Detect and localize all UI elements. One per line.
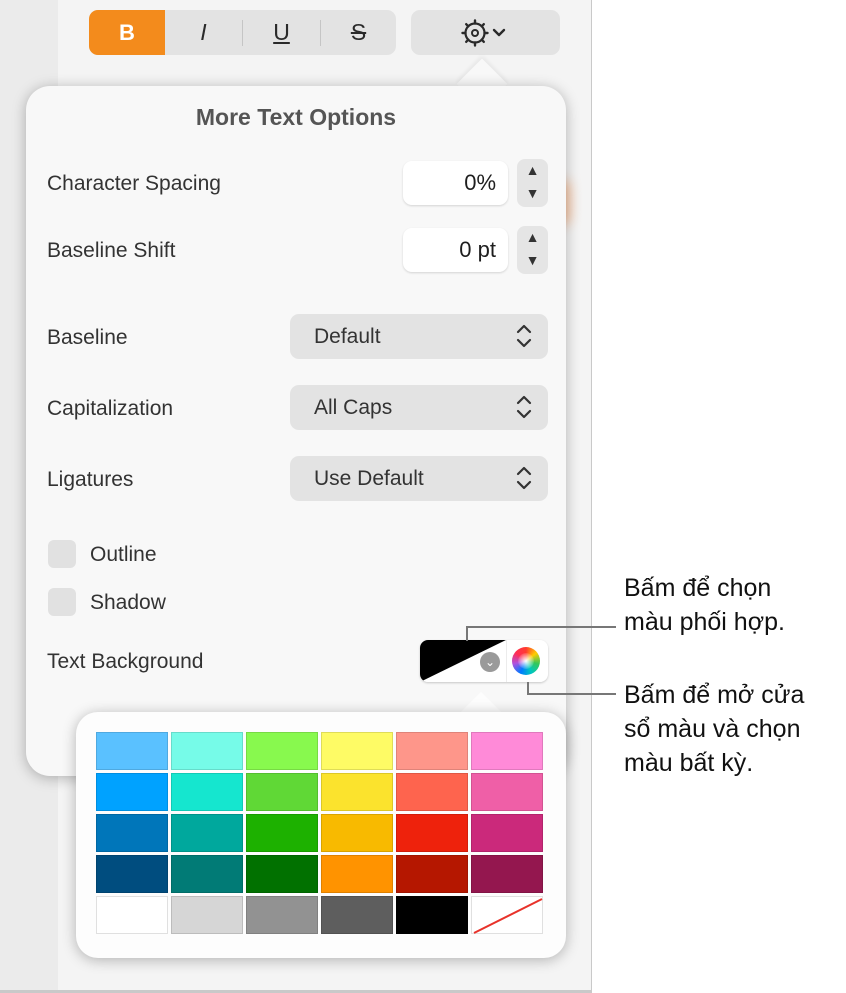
callout-text-line: sổ màu và chọn <box>624 715 801 743</box>
baseline-shift-field[interactable]: 0 pt <box>403 228 508 272</box>
color-swatch[interactable] <box>396 773 468 811</box>
color-swatch[interactable] <box>171 855 243 893</box>
color-swatch[interactable] <box>246 855 318 893</box>
shadow-checkbox[interactable] <box>48 588 76 616</box>
color-swatch[interactable] <box>321 814 393 852</box>
outline-label[interactable]: Outline <box>90 543 157 567</box>
shadow-label[interactable]: Shadow <box>90 591 166 615</box>
bold-button[interactable]: B <box>89 10 165 55</box>
callout-color-window: Bấm để mở cửa sổ màu và chọn màu bất kỳ. <box>624 678 804 780</box>
color-swatch[interactable] <box>321 732 393 770</box>
callout-line <box>466 627 468 641</box>
baseline-shift-label: Baseline Shift <box>47 239 176 262</box>
character-spacing-label: Character Spacing <box>47 172 221 195</box>
capitalization-value: All Caps <box>314 396 393 419</box>
text-background-label: Text Background <box>47 650 204 673</box>
color-swatch[interactable] <box>246 773 318 811</box>
chevron-down-icon <box>492 28 506 37</box>
chevron-down-icon[interactable]: ⌄ <box>480 652 500 672</box>
popover-title: More Text Options <box>195 104 397 130</box>
more-text-options-button[interactable] <box>411 10 560 55</box>
color-swatch[interactable] <box>321 855 393 893</box>
color-swatch[interactable] <box>471 896 543 934</box>
color-swatch[interactable] <box>471 732 543 770</box>
color-swatch[interactable] <box>96 896 168 934</box>
color-swatch[interactable] <box>396 732 468 770</box>
up-down-chevron-icon <box>516 395 532 419</box>
baseline-popup[interactable]: Default <box>290 314 548 359</box>
callout-text-line: màu bất kỳ. <box>624 749 754 777</box>
ligatures-popup[interactable]: Use Default <box>290 456 548 501</box>
italic-button[interactable]: I <box>165 10 242 55</box>
color-swatch[interactable] <box>246 814 318 852</box>
callout-color-presets: Bấm để chọn màu phối hợp. <box>624 571 785 639</box>
stepper-up-icon[interactable]: ▲ <box>517 162 548 178</box>
stepper-up-icon[interactable]: ▲ <box>517 229 548 245</box>
character-spacing-stepper[interactable]: ▲ ▼ <box>517 159 548 207</box>
color-swatch[interactable] <box>171 773 243 811</box>
up-down-chevron-icon <box>516 324 532 348</box>
callout-line <box>466 626 616 628</box>
baseline-label: Baseline <box>47 326 128 349</box>
color-swatch[interactable] <box>96 732 168 770</box>
up-down-chevron-icon <box>516 466 532 490</box>
underline-button[interactable]: U <box>243 10 320 55</box>
outline-checkbox[interactable] <box>48 540 76 568</box>
baseline-shift-stepper[interactable]: ▲ ▼ <box>517 226 548 274</box>
color-wheel-icon[interactable] <box>512 647 540 675</box>
color-swatch[interactable] <box>321 773 393 811</box>
color-swatch[interactable] <box>396 896 468 934</box>
character-spacing-field[interactable]: 0% <box>403 161 508 205</box>
color-swatch[interactable] <box>96 773 168 811</box>
color-swatch[interactable] <box>171 732 243 770</box>
color-swatch[interactable] <box>246 896 318 934</box>
gear-icon <box>461 19 506 47</box>
callout-text-line: màu phối hợp. <box>624 608 785 636</box>
color-swatch[interactable] <box>471 814 543 852</box>
stepper-down-icon[interactable]: ▼ <box>517 252 548 268</box>
ligatures-label: Ligatures <box>47 468 134 491</box>
color-swatch[interactable] <box>321 896 393 934</box>
capitalization-label: Capitalization <box>47 397 174 420</box>
color-swatch[interactable] <box>471 855 543 893</box>
strikethrough-button[interactable]: S <box>321 10 396 55</box>
color-swatch[interactable] <box>396 855 468 893</box>
color-swatch[interactable] <box>96 814 168 852</box>
baseline-value: Default <box>314 325 381 348</box>
sidebar-border <box>591 0 592 993</box>
color-swatch[interactable] <box>246 732 318 770</box>
color-swatch[interactable] <box>396 814 468 852</box>
color-swatch[interactable] <box>171 814 243 852</box>
ligatures-value: Use Default <box>314 467 424 490</box>
color-swatch[interactable] <box>471 773 543 811</box>
color-swatch[interactable] <box>96 855 168 893</box>
text-background-color-well[interactable]: ⌄ <box>420 640 548 682</box>
stepper-down-icon[interactable]: ▼ <box>517 185 548 201</box>
callout-line <box>527 693 616 695</box>
callout-text-line: Bấm để mở cửa <box>624 681 805 709</box>
callout-text-line: Bấm để chọn <box>624 574 772 602</box>
capitalization-popup[interactable]: All Caps <box>290 385 548 430</box>
color-swatch[interactable] <box>171 896 243 934</box>
